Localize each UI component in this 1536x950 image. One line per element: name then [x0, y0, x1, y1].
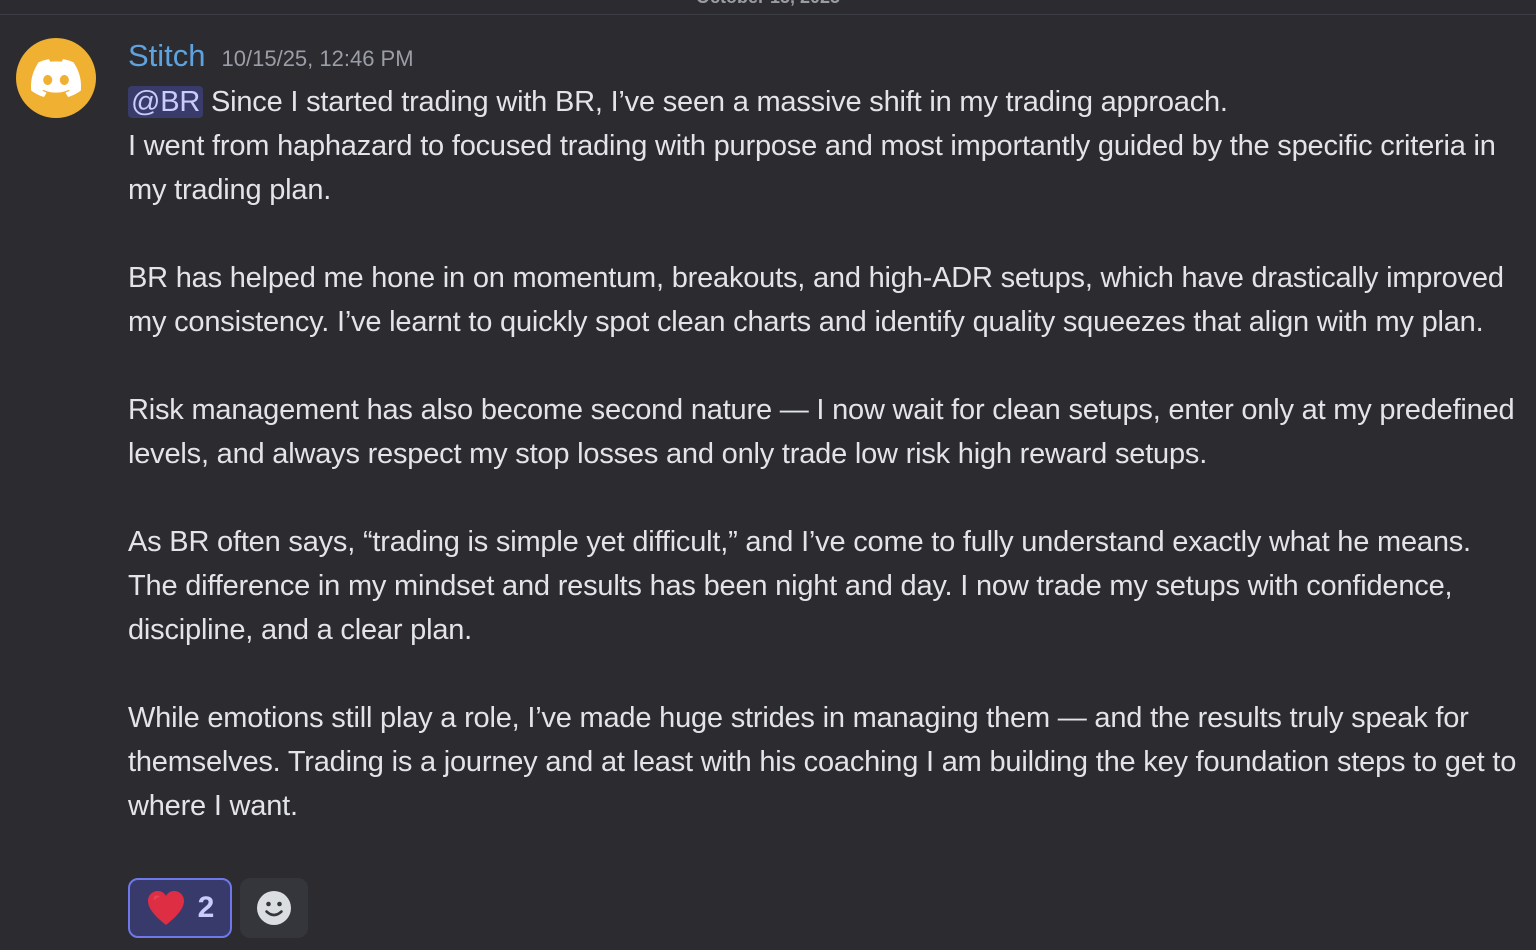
user-mention[interactable]: @BR — [128, 86, 204, 118]
reaction-count: 2 — [197, 891, 215, 924]
add-reaction-button[interactable] — [240, 878, 308, 938]
reactions-bar: 2 — [128, 878, 308, 938]
heart-reaction-button[interactable]: 2 — [128, 878, 232, 938]
message-paragraph: As BR often says, “trading is simple yet… — [128, 526, 1471, 646]
avatar[interactable] — [16, 38, 96, 118]
message-paragraph: @BR Since I started trading with BR, I’v… — [128, 80, 1518, 212]
message-content: @BR Since I started trading with BR, I’v… — [128, 80, 1518, 828]
date-divider-label: October 15, 2025 — [683, 0, 853, 8]
add-reaction-smiley-icon — [257, 891, 291, 925]
divider-line — [0, 14, 1536, 15]
author-name[interactable]: Stitch — [128, 38, 206, 74]
message-paragraph: While emotions still play a role, I’ve m… — [128, 702, 1517, 822]
message-text: I went from haphazard to focused trading… — [128, 130, 1496, 206]
message-paragraph: BR has helped me hone in on momentum, br… — [128, 262, 1504, 338]
message-header: Stitch 10/15/25, 12:46 PM — [128, 38, 414, 78]
red-heart-icon — [147, 891, 184, 925]
message-text: Since I started trading with BR, I’ve se… — [203, 86, 1228, 118]
chat-message: Stitch 10/15/25, 12:46 PM @BR Since I st… — [0, 28, 1536, 950]
date-divider: October 15, 2025 — [0, 0, 1536, 28]
message-timestamp[interactable]: 10/15/25, 12:46 PM — [222, 46, 414, 72]
message-paragraph: Risk management has also become second n… — [128, 394, 1515, 470]
discord-logo-icon — [31, 59, 81, 97]
